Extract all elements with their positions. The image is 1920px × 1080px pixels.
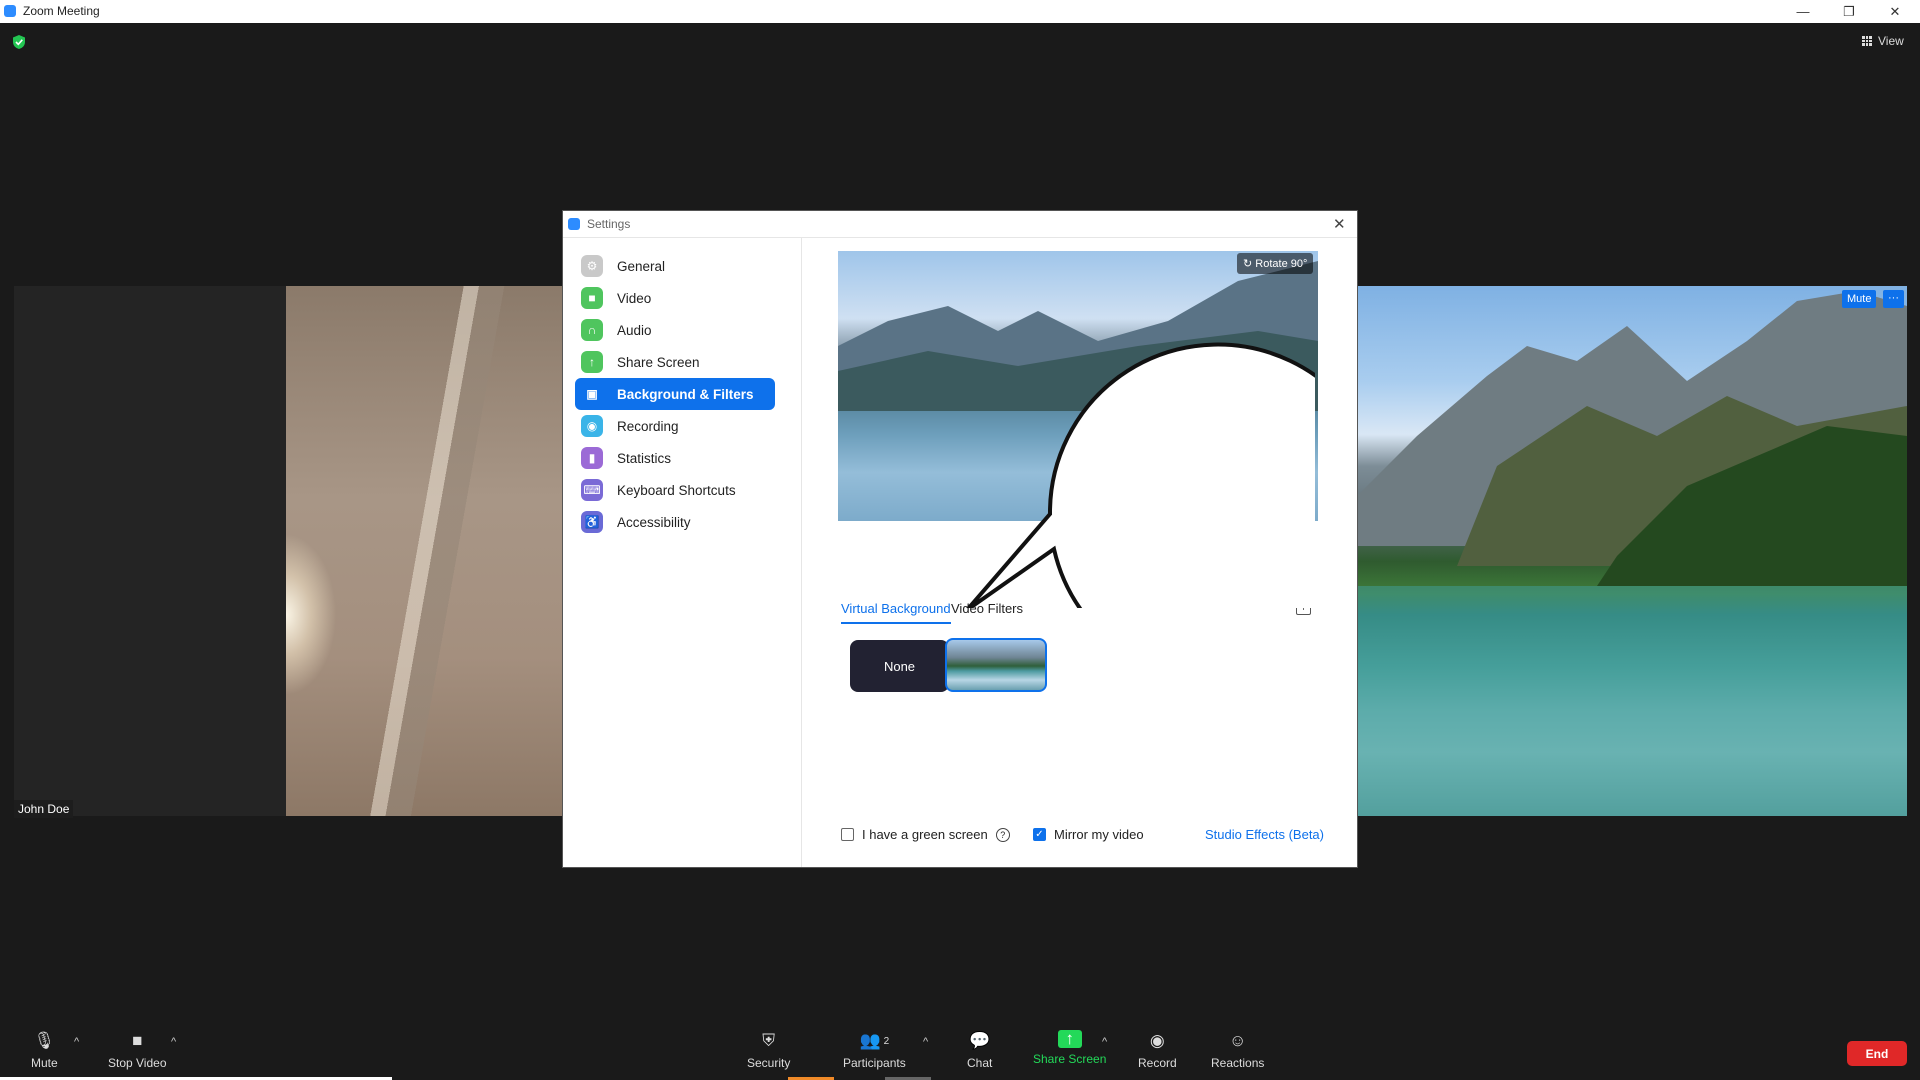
window-title: Zoom Meeting	[23, 4, 100, 18]
zoom-app-icon	[4, 5, 16, 17]
nav-audio[interactable]: ∩ Audio	[575, 314, 775, 346]
gear-icon: ⚙	[581, 255, 603, 277]
mirror-video-checkbox-row[interactable]: ✓ Mirror my video	[1033, 827, 1144, 842]
tile-mute-button[interactable]: Mute	[1842, 290, 1877, 308]
share-screen-label: Share Screen	[1033, 1052, 1107, 1066]
mute-label: Mute	[31, 1056, 58, 1070]
nav-label: Keyboard Shortcuts	[617, 482, 736, 498]
nav-recording[interactable]: ◉ Recording	[575, 410, 775, 442]
view-button[interactable]: View	[1862, 34, 1904, 48]
close-window-button[interactable]: ✕	[1872, 0, 1918, 23]
share-options-caret[interactable]: ^	[1102, 1036, 1107, 1048]
microphone-icon: 🎙	[33, 1031, 56, 1050]
nav-video[interactable]: ■ Video	[575, 282, 775, 314]
nav-label: Video	[617, 290, 652, 306]
background-mountain-lake-option[interactable]	[945, 638, 1047, 692]
security-shield-icon: ⛨	[762, 1031, 776, 1050]
nav-label: Background & Filters	[617, 386, 754, 402]
video-options-caret[interactable]: ^	[171, 1036, 176, 1048]
keyboard-icon: ⌨	[581, 479, 603, 501]
nav-keyboard-shortcuts[interactable]: ⌨ Keyboard Shortcuts	[575, 474, 775, 506]
background-none-option[interactable]: None	[850, 640, 949, 692]
participants-count: 2	[883, 1035, 890, 1047]
reactions-icon: ☺	[1229, 1031, 1247, 1050]
nav-share-screen[interactable]: ↑ Share Screen	[575, 346, 775, 378]
grid-view-icon	[1862, 36, 1872, 46]
mountain-lake-image	[1357, 291, 1907, 816]
end-meeting-button[interactable]: End	[1847, 1041, 1907, 1066]
nav-label: Recording	[617, 418, 679, 434]
settings-close-button[interactable]: ✕	[1333, 215, 1346, 233]
stop-video-button[interactable]: ■ Stop Video	[108, 1030, 167, 1070]
security-button[interactable]: ⛨ Security	[747, 1030, 790, 1070]
audio-options-caret[interactable]: ^	[74, 1036, 79, 1048]
settings-sidebar: ⚙ General ■ Video ∩ Audio ↑ Share Screen…	[563, 238, 802, 867]
share-screen-button[interactable]: ↑ Share Screen	[1033, 1029, 1107, 1066]
video-camera-icon: ■	[132, 1031, 143, 1050]
participants-label: Participants	[843, 1056, 906, 1070]
settings-titlebar: Settings ✕	[563, 211, 1357, 238]
statistics-icon: ▮	[581, 447, 603, 469]
nav-label: General	[617, 258, 666, 274]
background-icon: ▣	[581, 383, 603, 405]
green-screen-label: I have a green screen	[862, 827, 988, 842]
video-icon: ■	[581, 287, 603, 309]
speech-bubble-callout	[966, 342, 1315, 608]
mute-button[interactable]: 🎙 Mute	[31, 1030, 58, 1070]
stop-video-label: Stop Video	[108, 1056, 167, 1070]
green-screen-checkbox-row[interactable]: I have a green screen ?	[841, 827, 1010, 842]
encryption-shield-icon[interactable]	[12, 34, 26, 50]
participants-options-caret[interactable]: ^	[923, 1036, 928, 1048]
tile-more-options-button[interactable]: ···	[1883, 290, 1904, 308]
chat-button[interactable]: 💬 Chat	[967, 1030, 992, 1070]
settings-title: Settings	[587, 217, 631, 231]
nav-label: Accessibility	[617, 514, 691, 530]
record-icon: ◉	[1149, 1031, 1165, 1050]
video-tile-virtual-background[interactable]	[1357, 286, 1907, 816]
record-label: Record	[1138, 1056, 1177, 1070]
tab-virtual-background[interactable]: Virtual Background	[841, 601, 951, 624]
nav-general[interactable]: ⚙ General	[575, 250, 775, 282]
video-tile-self[interactable]	[14, 286, 286, 816]
minimize-button[interactable]: —	[1780, 0, 1826, 23]
mirror-video-label: Mirror my video	[1054, 827, 1144, 842]
headphones-icon: ∩	[581, 319, 603, 341]
studio-effects-link[interactable]: Studio Effects (Beta)	[1205, 827, 1324, 842]
nav-label: Audio	[617, 322, 652, 338]
share-screen-icon: ↑	[1057, 1029, 1082, 1048]
participants-button[interactable]: 👥 2 Participants	[843, 1030, 906, 1070]
record-button[interactable]: ◉ Record	[1138, 1030, 1177, 1070]
recording-icon: ◉	[581, 415, 603, 437]
green-screen-checkbox[interactable]	[841, 828, 854, 841]
help-icon[interactable]: ?	[995, 827, 1010, 842]
participants-icon: 👥 2	[859, 1031, 890, 1050]
zoom-app-icon	[568, 218, 580, 230]
reactions-button[interactable]: ☺ Reactions	[1211, 1030, 1264, 1070]
chat-icon: 💬	[969, 1031, 991, 1050]
nav-statistics[interactable]: ▮ Statistics	[575, 442, 775, 474]
accessibility-icon: ♿	[581, 511, 603, 533]
security-label: Security	[747, 1056, 791, 1070]
restore-button[interactable]: ❐	[1826, 0, 1872, 23]
view-label: View	[1878, 34, 1904, 48]
participant-name-label: John Doe	[14, 800, 74, 818]
mirror-video-checkbox[interactable]: ✓	[1033, 828, 1046, 841]
window-titlebar: Zoom Meeting — ❐ ✕	[0, 0, 1920, 23]
camera-feed	[286, 286, 562, 816]
chat-label: Chat	[967, 1056, 993, 1070]
nav-label: Statistics	[617, 450, 672, 466]
reactions-label: Reactions	[1211, 1056, 1265, 1070]
nav-accessibility[interactable]: ♿ Accessibility	[575, 506, 775, 538]
nav-background-filters[interactable]: ▣ Background & Filters	[575, 378, 775, 410]
share-screen-icon: ↑	[581, 351, 603, 373]
nav-label: Share Screen	[617, 354, 700, 370]
